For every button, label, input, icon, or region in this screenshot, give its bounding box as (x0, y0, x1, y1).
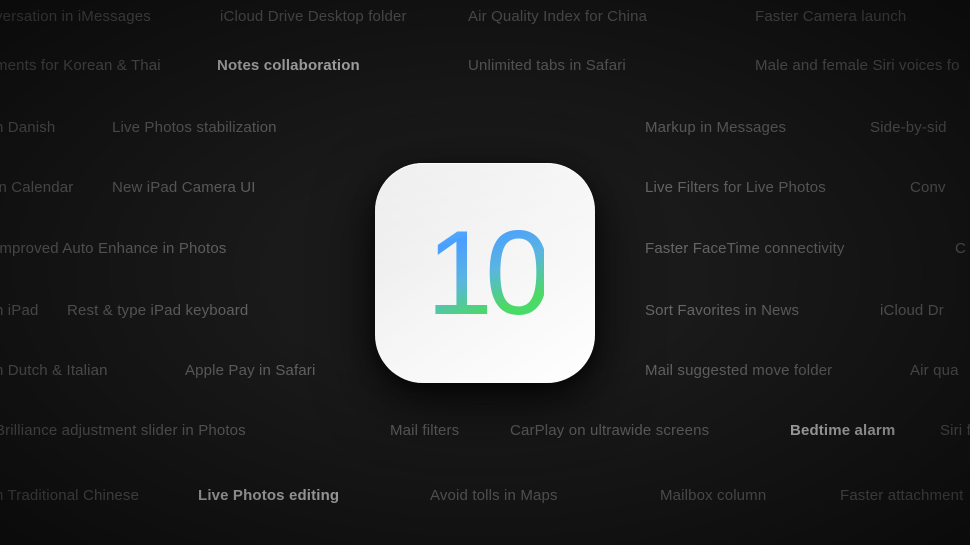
bg-text-t23: iCloud Dr (880, 302, 944, 319)
bg-text-t15: Live Filters for Live Photos (645, 179, 826, 196)
bg-text-t26: Mail suggested move folder (645, 362, 832, 379)
bg-text-t37: Faster attachment (840, 487, 963, 504)
bg-text-t8: Male and female Siri voices fo (755, 57, 960, 74)
bg-text-t34: Live Photos editing (198, 487, 339, 504)
bg-text-t13: in Calendar (0, 179, 73, 196)
bg-text-t19: C (955, 240, 966, 257)
bg-text-t17: Improved Auto Enhance in Photos (0, 240, 226, 257)
bg-text-t6: Notes collaboration (217, 57, 360, 74)
bg-text-t11: Markup in Messages (645, 119, 786, 136)
ios-logo-text: 10 (426, 213, 543, 333)
bg-text-t2: iCloud Drive Desktop folder (220, 8, 407, 25)
bg-text-t25: Apple Pay in Safari (185, 362, 315, 379)
bg-text-t31: Bedtime alarm (790, 422, 895, 439)
ios-logo-container: 10 (375, 163, 595, 383)
bg-text-t12: Side-by-sid (870, 119, 947, 136)
bg-text-t24: n Dutch & Italian (0, 362, 108, 379)
bg-text-t4: Faster Camera launch (755, 8, 906, 25)
bg-text-t1: versation in iMessages (0, 8, 151, 25)
bg-text-t33: n Traditional Chinese (0, 487, 139, 504)
bg-text-t22: Sort Favorites in News (645, 302, 799, 319)
bg-text-t7: Unlimited tabs in Safari (468, 57, 626, 74)
bg-text-t32: Siri fo (940, 422, 970, 439)
bg-text-t18: Faster FaceTime connectivity (645, 240, 845, 257)
bg-text-t21: Rest & type iPad keyboard (67, 302, 248, 319)
bg-text-t14: New iPad Camera UI (112, 179, 256, 196)
bg-text-t10: Live Photos stabilization (112, 119, 277, 136)
bg-text-t5: ments for Korean & Thai (0, 57, 161, 74)
bg-text-t20: n iPad (0, 302, 38, 319)
bg-text-t3: Air Quality Index for China (468, 8, 647, 25)
bg-text-t28: Brilliance adjustment slider in Photos (0, 422, 246, 439)
bg-text-t16: Conv (910, 179, 946, 196)
bg-text-t30: CarPlay on ultrawide screens (510, 422, 709, 439)
bg-text-t35: Avoid tolls in Maps (430, 487, 558, 504)
ios-logo-box: 10 (375, 163, 595, 383)
bg-text-t36: Mailbox column (660, 487, 766, 504)
bg-text-t9: n Danish (0, 119, 55, 136)
bg-text-t29: Mail filters (390, 422, 459, 439)
bg-text-t27: Air qua (910, 362, 959, 379)
